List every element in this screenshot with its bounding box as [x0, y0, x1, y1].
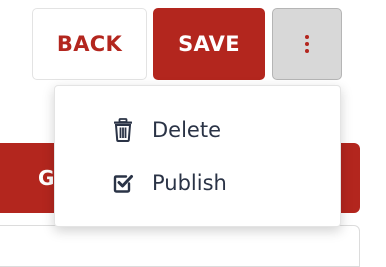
menu-item-delete[interactable]: Delete [55, 110, 340, 150]
more-options-menu: Delete Publish [54, 85, 341, 227]
toolbar: BACK SAVE [0, 0, 386, 90]
menu-item-label: Delete [152, 118, 221, 142]
background-primary-button-label: G [38, 166, 55, 190]
menu-item-publish[interactable]: Publish [55, 163, 340, 203]
checkbox-check-icon [111, 171, 135, 195]
more-vertical-icon [305, 35, 309, 53]
menu-item-label: Publish [152, 171, 227, 195]
background-input-field[interactable] [0, 225, 360, 267]
trash-icon [111, 118, 135, 142]
save-button[interactable]: SAVE [153, 8, 265, 80]
more-options-button[interactable] [272, 8, 342, 80]
back-button[interactable]: BACK [32, 8, 147, 80]
